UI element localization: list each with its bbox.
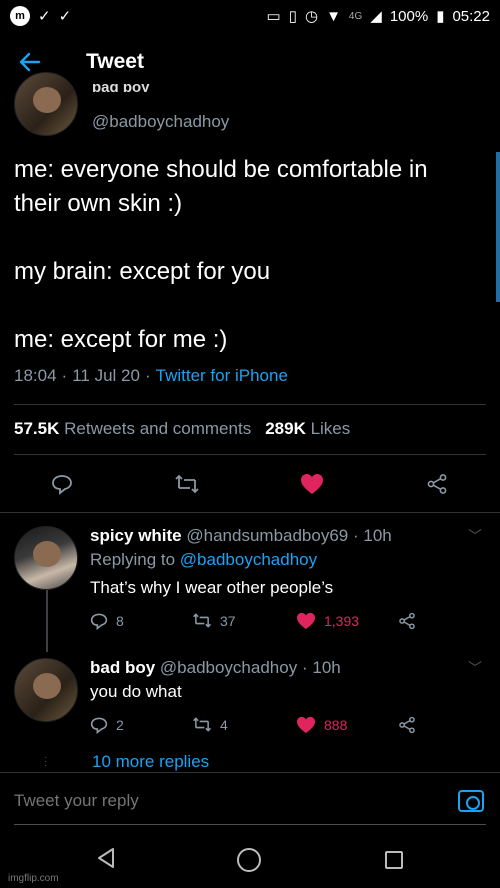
reply-actions: 2 4 888 (90, 716, 430, 738)
retweet-count: 37 (220, 612, 236, 629)
tweet-stats: 57.5K Retweets and comments 289K Likes (14, 419, 350, 439)
check-download-icon: ✓ (58, 7, 72, 25)
app-notification-icon: m (10, 6, 30, 26)
thread-dots: · · · (44, 752, 48, 771)
clock: 05:22 (452, 7, 490, 25)
reply-author-handle[interactable]: @badboychadhoy (160, 658, 297, 677)
battery-icon: ▮ (436, 7, 445, 25)
replying-to: Replying to @badboychadhoy (90, 550, 317, 570)
reply-count: 8 (116, 613, 124, 629)
reply-item[interactable]: bad boy @badboychadhoy · 10h ﹀ you do wh… (0, 658, 500, 754)
chevron-down-icon[interactable]: ﹀ (468, 526, 482, 546)
tweet-source-link[interactable]: Twitter for iPhone (156, 366, 288, 386)
like-button[interactable]: 1,393 (296, 612, 359, 630)
divider (0, 512, 500, 513)
author-handle[interactable]: @badboychadhoy (92, 112, 229, 132)
avatar[interactable] (14, 72, 78, 136)
reply-input[interactable] (14, 791, 414, 811)
separator-dot: · (301, 658, 308, 677)
network-label: 4G (348, 10, 363, 22)
reply-author-name[interactable]: bad boy (90, 658, 155, 677)
more-replies-link[interactable]: 10 more replies (92, 752, 209, 772)
tweet-line: me: everyone should be comfortable in th… (14, 156, 428, 217)
app-header: Tweet (0, 40, 500, 84)
status-bar: m ✓ ✓ ▭ ▯ ◷ ▼ 4G ◢ 100% ▮ 05:22 (0, 0, 500, 32)
separator-dot: · (61, 366, 68, 385)
reply-text: That’s why I wear other people’s (90, 578, 334, 597)
likes-count: 289K (265, 419, 306, 438)
divider (14, 404, 486, 405)
retweet-button[interactable]: 37 (192, 612, 236, 629)
tweet-date: 11 Jul 20 (72, 366, 140, 385)
page-title: Tweet (86, 50, 144, 73)
reply-age: 10h (363, 526, 392, 545)
wifi-icon: ▼ (326, 7, 341, 25)
check-download-icon: ✓ (38, 7, 51, 25)
divider (14, 454, 486, 455)
tweet-time: 18:04 (14, 366, 57, 385)
chevron-down-icon[interactable]: ﹀ (468, 658, 482, 678)
reply-age: 10h (312, 658, 341, 677)
like-button[interactable]: 888 (296, 716, 347, 734)
retweet-count: 4 (220, 716, 228, 733)
nav-home-icon[interactable] (237, 848, 261, 872)
alarm-icon: ◷ (304, 7, 319, 25)
reply-button[interactable]: 8 (90, 612, 124, 630)
retweets-count: 57.5K (14, 419, 60, 438)
replying-to-label: Replying to (90, 550, 176, 569)
likes-stat[interactable]: 289K Likes (265, 419, 350, 439)
separator-dot: · (352, 526, 359, 545)
nav-recents-icon[interactable] (385, 851, 403, 869)
retweets-label: Retweets and comments (64, 419, 252, 438)
watermark: imgflip.com (8, 873, 59, 884)
reply-author-name[interactable]: spicy white (90, 526, 182, 545)
cast-icon: ▭ (266, 7, 281, 25)
reply-header: bad boy @badboychadhoy · 10h (90, 658, 341, 678)
reply-header: spicy white @handsumbadboy69 · 10h (90, 526, 392, 546)
tweet-meta: 18:04 · 11 Jul 20 · Twitter for iPhone (14, 366, 288, 386)
system-nav-bar: imgflip.com (0, 830, 500, 888)
tweet-line: me: except for me :) (14, 326, 228, 353)
retweets-stat[interactable]: 57.5K Retweets and comments (14, 419, 251, 439)
vibrate-icon: ▯ (288, 7, 297, 25)
like-count: 888 (324, 717, 348, 733)
avatar[interactable] (14, 526, 78, 590)
reply-count: 2 (116, 717, 124, 733)
separator-dot: · (144, 366, 151, 385)
author-name[interactable]: bad boy (92, 84, 150, 92)
like-icon[interactable] (296, 468, 328, 500)
share-icon[interactable] (398, 612, 416, 630)
reply-actions: 8 37 1,393 (90, 612, 430, 634)
composer-underline (14, 824, 486, 825)
like-count: 1,393 (324, 613, 360, 629)
nav-back-icon[interactable] (94, 846, 122, 874)
reply-item[interactable]: spicy white @handsumbadboy69 · 10h ﹀ Rep… (0, 526, 500, 646)
reply-author-handle[interactable]: @handsumbadboy69 (186, 526, 348, 545)
tweet-line: my brain: except for you (14, 258, 271, 285)
share-icon[interactable] (421, 468, 453, 500)
reply-composer (0, 772, 500, 826)
tweet-author[interactable]: bad boy @badboychadhoy (14, 72, 484, 138)
replying-to-handle[interactable]: @badboychadhoy (180, 550, 317, 569)
avatar[interactable] (14, 658, 78, 722)
retweet-icon[interactable] (171, 468, 203, 500)
tweet-actions (0, 468, 500, 500)
tweet-body: me: everyone should be comfortable in th… (14, 153, 474, 357)
scrollbar[interactable] (496, 152, 500, 302)
reply-button[interactable]: 2 (90, 716, 124, 734)
likes-label: Likes (310, 419, 351, 438)
battery-percent: 100% (389, 7, 429, 25)
reply-text: you do what (90, 682, 182, 701)
reply-icon[interactable] (46, 468, 78, 500)
retweet-button[interactable]: 4 (192, 716, 228, 733)
share-icon[interactable] (398, 716, 416, 734)
signal-icon: ◢ (370, 7, 382, 25)
camera-icon[interactable] (458, 790, 484, 812)
